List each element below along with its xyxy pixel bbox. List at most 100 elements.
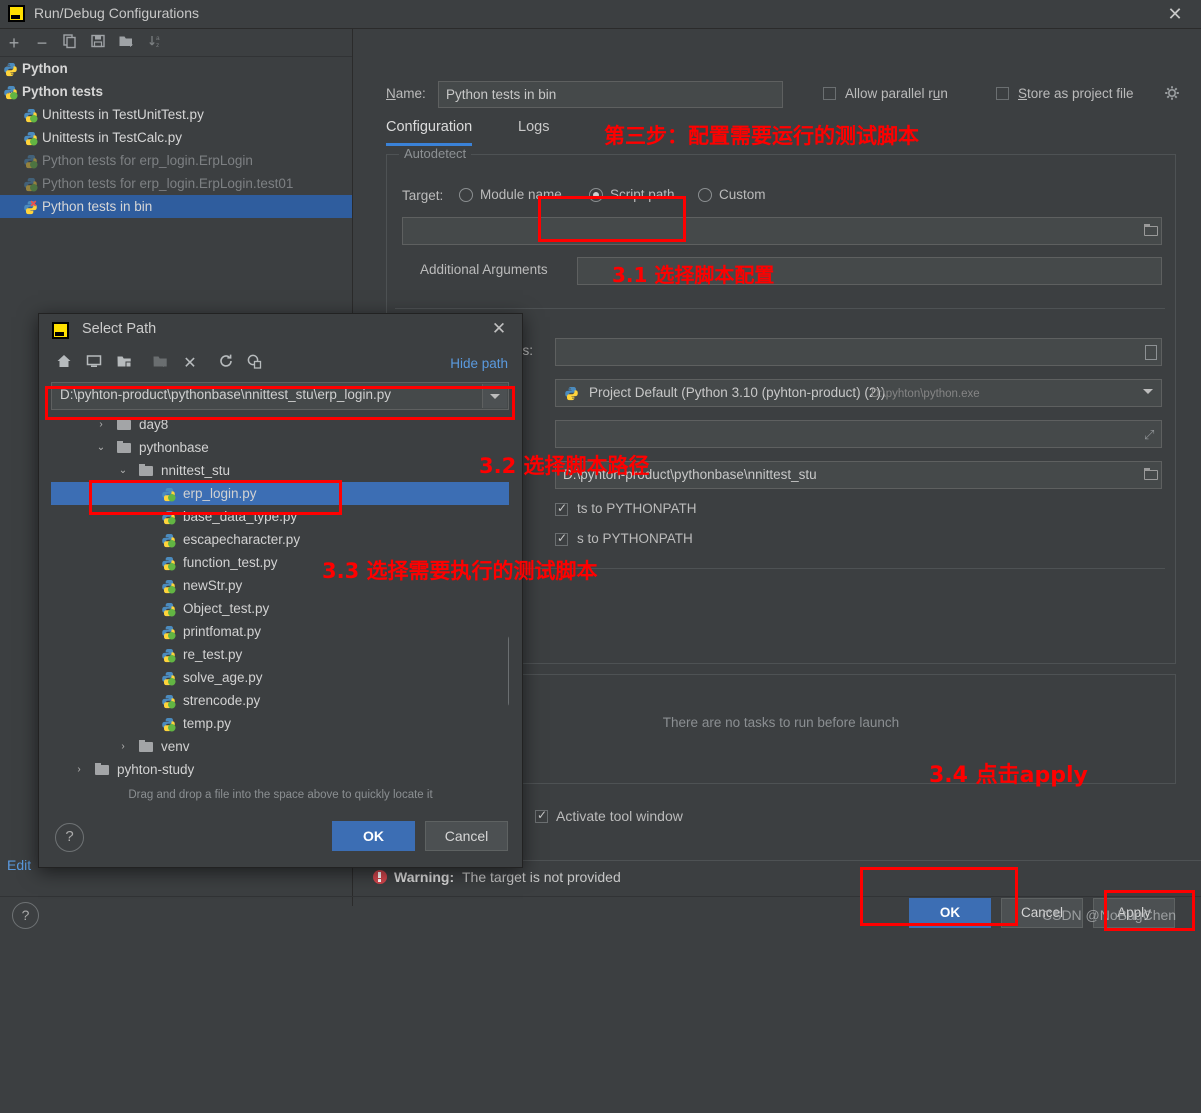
python-file-icon — [161, 670, 176, 686]
python-test-error-icon — [23, 199, 38, 215]
python-interpreter-dropdown[interactable]: Project Default (Python 3.10 (pyhton-pro… — [555, 379, 1162, 407]
project-folder-icon[interactable] — [113, 353, 135, 375]
allow-parallel-run-checkbox[interactable] — [823, 87, 836, 100]
python-icon — [564, 386, 579, 404]
expand-icon[interactable]: ⤢ — [1144, 427, 1154, 443]
select-path-titlebar: Select Path ✕ — [39, 314, 522, 348]
radio-module-name[interactable] — [459, 188, 473, 202]
annotation-text: 3.2 选择脚本路径 — [479, 454, 650, 478]
python-file-icon — [161, 647, 176, 663]
python-test-icon — [23, 130, 38, 146]
select-path-toolbar: + ✕ Hide path — [39, 350, 522, 378]
show-hidden-files-icon[interactable] — [243, 353, 265, 375]
configuration-tree-item[interactable]: Python tests in bin — [0, 195, 352, 218]
activate-tool-window-checkbox[interactable] — [535, 808, 548, 823]
svg-text:+: + — [128, 40, 133, 49]
hide-path-link[interactable]: Hide path — [450, 356, 508, 371]
file-tree-row[interactable]: ⌄ pythonbase — [51, 436, 509, 459]
file-tree-scrollbar[interactable] — [508, 635, 509, 707]
file-tree-row-label: printfomat.py — [183, 624, 262, 639]
window-titlebar: Run/Debug Configurations ✕ — [0, 0, 1201, 29]
name-input[interactable]: Python tests in bin — [438, 81, 783, 108]
radio-custom[interactable] — [698, 188, 712, 202]
file-tree-row-label: strencode.py — [183, 693, 261, 708]
file-tree-row-label: pythonbase — [139, 440, 209, 455]
file-tree-row[interactable]: re_test.py — [51, 643, 509, 666]
script-path-input[interactable] — [402, 217, 1162, 245]
file-tree-row[interactable]: solve_age.py — [51, 666, 509, 689]
browse-script-path-icon[interactable] — [1144, 224, 1159, 236]
browse-working-directory-icon[interactable] — [1144, 468, 1159, 480]
python-file-icon — [161, 624, 176, 640]
file-tree-row[interactable]: escapecharacter.py — [51, 528, 509, 551]
select-path-title: Select Path — [82, 321, 157, 337]
chevron-down-icon[interactable]: ⌄ — [95, 436, 107, 459]
store-as-project-file-checkbox[interactable] — [996, 87, 1009, 100]
chevron-right-icon[interactable]: › — [73, 758, 85, 781]
add-source-roots-checkbox[interactable] — [555, 531, 568, 546]
file-tree-row[interactable]: temp.py — [51, 712, 509, 735]
file-tree-row-label: temp.py — [183, 716, 232, 731]
delete-icon[interactable]: ✕ — [179, 353, 201, 375]
file-tree[interactable]: › day8 ⌄ pythonbase ⌄ nnittest_stu erp_login.p… — [51, 413, 509, 1113]
environment-variables-input[interactable] — [555, 338, 1162, 366]
target-label: Target: — [402, 188, 444, 203]
configuration-tree-item-label: Python tests for erp_login.ErpLogin.test… — [42, 176, 294, 191]
desktop-icon[interactable] — [83, 353, 105, 375]
python-file-icon — [161, 578, 176, 594]
configuration-tree-item[interactable]: Unittests in TestCalc.py — [0, 126, 352, 149]
configuration-tree-item-label: Unittests in TestCalc.py — [42, 130, 183, 145]
chevron-right-icon[interactable]: › — [117, 735, 129, 758]
remove-configuration-button[interactable]: − — [32, 33, 52, 53]
copy-configuration-button[interactable] — [60, 33, 80, 53]
configuration-tree-item[interactable]: ›Python — [0, 57, 352, 80]
save-configuration-button[interactable] — [88, 33, 108, 53]
file-tree-row[interactable]: › pyhton-study — [51, 758, 509, 781]
configuration-tree-item[interactable]: Python tests for erp_login.ErpLogin.test… — [0, 172, 352, 195]
add-content-roots-checkbox[interactable] — [555, 501, 568, 516]
file-tree-row[interactable]: strencode.py — [51, 689, 509, 712]
configuration-tree-item-label: Python tests in bin — [42, 199, 153, 214]
annotation-highlight-box — [1104, 890, 1195, 931]
annotation-highlight-box — [89, 480, 342, 515]
file-tree-row[interactable]: › venv — [51, 735, 509, 758]
tab-configuration[interactable]: Configuration — [386, 119, 473, 146]
python-file-icon — [161, 716, 176, 732]
refresh-icon[interactable] — [215, 353, 237, 375]
configurations-toolbar: + − + a z — [0, 29, 352, 57]
interpreter-path: D:\pyhton\python.exe — [871, 388, 980, 400]
add-source-roots-label: s to PYTHONPATH — [577, 531, 693, 546]
file-tree-row[interactable]: ⌄ nnittest_stu — [51, 459, 509, 482]
close-icon[interactable]: ✕ — [488, 318, 510, 340]
configuration-tree-item[interactable]: Unittests in TestUnitTest.py — [0, 103, 352, 126]
configuration-tree-item[interactable]: Python tests for erp_login.ErpLogin — [0, 149, 352, 172]
move-into-folder-button[interactable]: + — [116, 33, 136, 53]
chevron-down-icon[interactable]: ⌄ — [117, 459, 129, 482]
env-vars-browse-icon[interactable] — [1145, 345, 1157, 360]
file-tree-row-label: venv — [161, 739, 190, 754]
add-configuration-button[interactable]: + — [4, 33, 24, 53]
folder-icon — [139, 740, 153, 752]
select-path-cancel-button[interactable]: Cancel — [425, 821, 508, 851]
configuration-tree-item-label: Unittests in TestUnitTest.py — [42, 107, 204, 122]
tab-logs[interactable]: Logs — [518, 119, 549, 143]
sort-configurations-button[interactable]: a z — [146, 33, 166, 53]
autodetect-legend: Autodetect — [399, 146, 472, 161]
configuration-tree-item[interactable]: ⌄Python tests — [0, 80, 352, 103]
save-icon — [91, 34, 105, 48]
home-icon[interactable] — [53, 353, 75, 375]
select-path-ok-button[interactable]: OK — [332, 821, 415, 851]
close-icon[interactable]: ✕ — [1163, 2, 1187, 26]
file-tree-row[interactable]: Object_test.py — [51, 597, 509, 620]
python-file-icon — [161, 532, 176, 548]
folder-icon — [117, 441, 131, 453]
annotation-text: 3.4 点击apply — [929, 763, 1088, 788]
configurations-tree[interactable]: ›Python⌄Python tests Unittests in TestUni… — [0, 57, 352, 357]
gear-icon[interactable] — [1164, 85, 1181, 105]
python-test-icon — [23, 107, 38, 123]
select-path-help-button[interactable]: ? — [55, 823, 84, 852]
interpreter-options-input[interactable] — [555, 420, 1162, 448]
annotation-highlight-box — [860, 867, 1018, 926]
file-tree-row[interactable]: printfomat.py — [51, 620, 509, 643]
edit-link[interactable]: Edit — [7, 857, 31, 873]
